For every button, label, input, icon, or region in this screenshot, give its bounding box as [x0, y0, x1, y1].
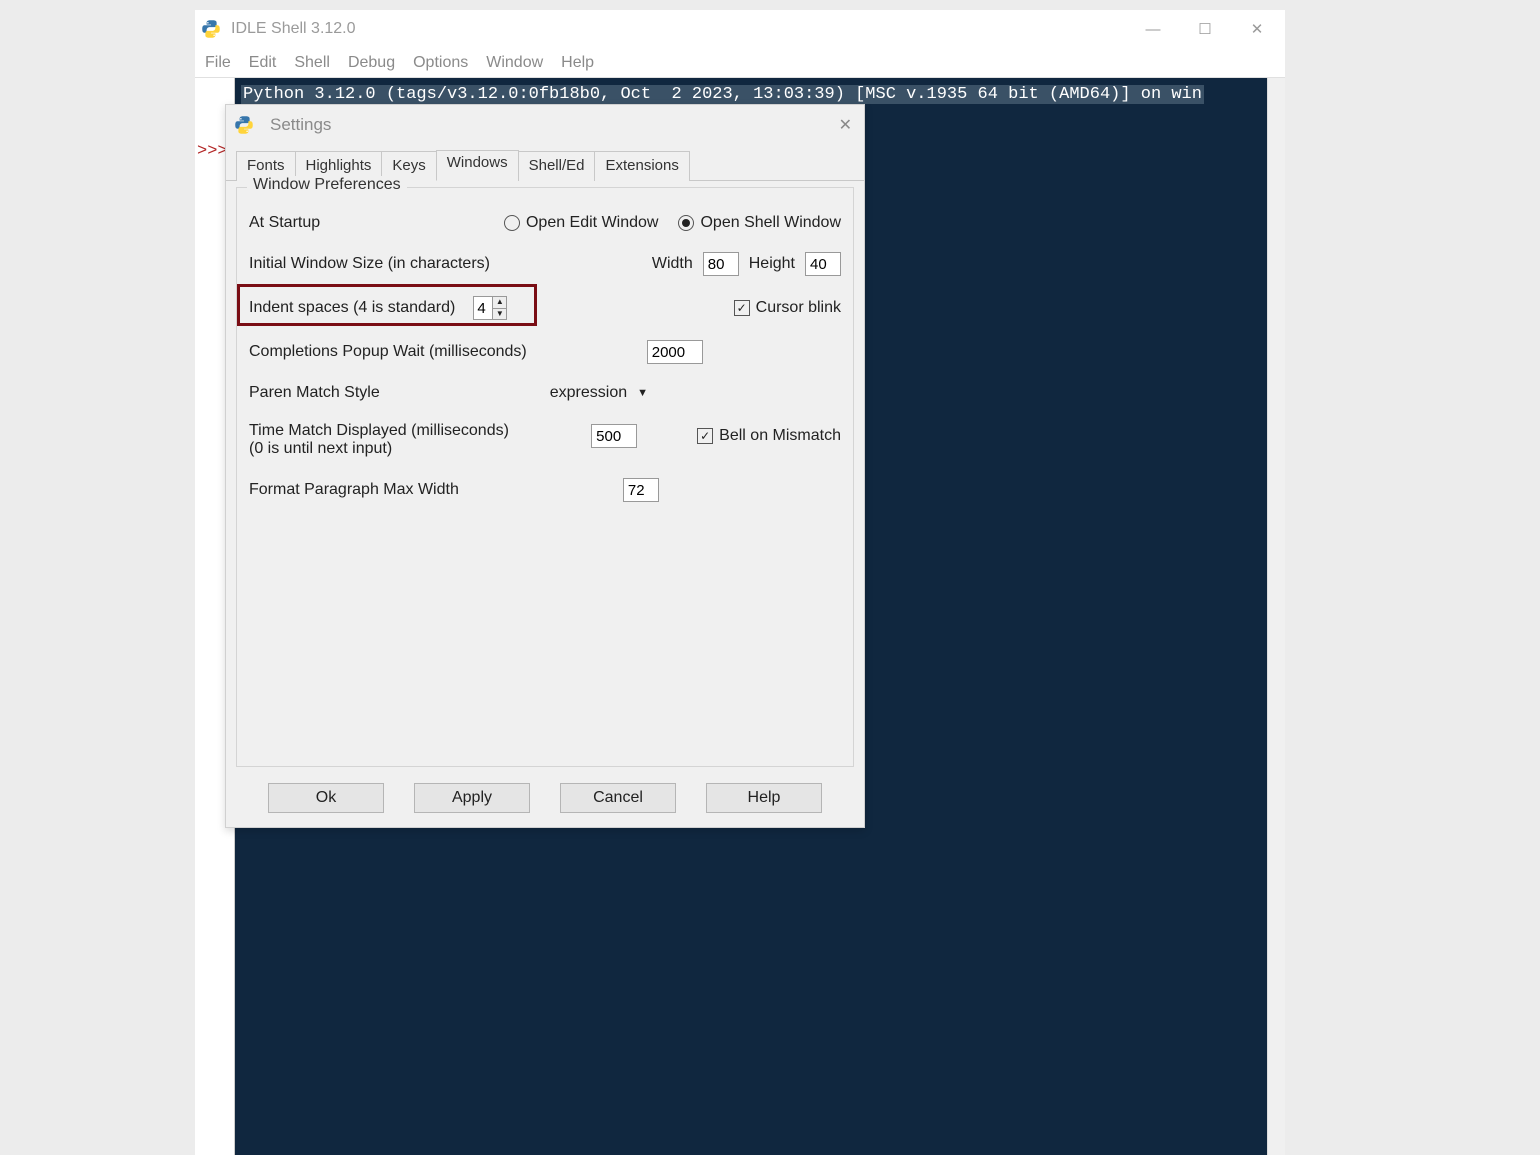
menu-edit[interactable]: Edit: [249, 54, 277, 72]
indent-label: Indent spaces (4 is standard): [249, 299, 455, 317]
dialog-buttons: Ok Apply Cancel Help: [226, 771, 864, 827]
indent-spinner[interactable]: ▲ ▼: [473, 296, 507, 320]
close-button[interactable]: ✕: [1247, 20, 1267, 38]
menu-file[interactable]: File: [205, 54, 231, 72]
menubar: File Edit Shell Debug Options Window Hel…: [195, 48, 1285, 78]
bell-checkbox[interactable]: Bell on Mismatch: [697, 427, 841, 445]
window-title: IDLE Shell 3.12.0: [231, 20, 1143, 38]
checkbox-icon: [697, 428, 713, 444]
tab-shelled[interactable]: Shell/Ed: [518, 151, 596, 181]
width-input[interactable]: [703, 252, 739, 276]
cursor-blink-checkbox[interactable]: Cursor blink: [734, 299, 841, 317]
maximize-button[interactable]: ☐: [1195, 20, 1215, 38]
apply-button[interactable]: Apply: [414, 783, 530, 813]
startup-label: At Startup: [249, 214, 320, 232]
cancel-button[interactable]: Cancel: [560, 783, 676, 813]
format-input[interactable]: [623, 478, 659, 502]
cursor-blink-label: Cursor blink: [756, 299, 841, 317]
tab-windows[interactable]: Windows: [436, 150, 519, 181]
radio-open-edit-label: Open Edit Window: [526, 214, 659, 232]
minimize-button[interactable]: —: [1143, 20, 1163, 38]
tab-body: Window Preferences At Startup Open Edit …: [226, 181, 864, 771]
height-label: Height: [749, 255, 795, 273]
settings-title: Settings: [270, 115, 839, 135]
indent-input[interactable]: [474, 297, 492, 319]
menu-help[interactable]: Help: [561, 54, 594, 72]
bell-label: Bell on Mismatch: [719, 427, 841, 445]
vertical-scrollbar[interactable]: [1267, 78, 1285, 1155]
settings-dialog: Settings ✕ Fonts Highlights Keys Windows…: [225, 104, 865, 828]
help-button[interactable]: Help: [706, 783, 822, 813]
radio-icon: [678, 215, 694, 231]
format-label: Format Paragraph Max Width: [249, 481, 459, 499]
spinner-down-icon[interactable]: ▼: [493, 309, 506, 320]
paren-style-dropdown[interactable]: expression ▼: [550, 384, 648, 402]
spinner-up-icon[interactable]: ▲: [493, 297, 506, 309]
ok-button[interactable]: Ok: [268, 783, 384, 813]
menu-options[interactable]: Options: [413, 54, 468, 72]
radio-open-shell[interactable]: Open Shell Window: [678, 214, 841, 232]
python-icon: [201, 19, 221, 39]
titlebar: IDLE Shell 3.12.0 — ☐ ✕: [195, 10, 1285, 48]
time-match-input[interactable]: [591, 424, 637, 448]
settings-titlebar: Settings ✕: [226, 105, 864, 145]
menu-window[interactable]: Window: [486, 54, 543, 72]
height-input[interactable]: [805, 252, 841, 276]
radio-open-shell-label: Open Shell Window: [700, 214, 841, 232]
close-icon[interactable]: ✕: [839, 115, 852, 135]
group-legend: Window Preferences: [247, 176, 407, 194]
paren-value: expression: [550, 384, 627, 402]
radio-icon: [504, 215, 520, 231]
radio-open-edit[interactable]: Open Edit Window: [504, 214, 659, 232]
time-match-sub: (0 is until next input): [249, 440, 509, 458]
checkbox-icon: [734, 300, 750, 316]
completions-input[interactable]: [647, 340, 703, 364]
menu-shell[interactable]: Shell: [294, 54, 330, 72]
shell-header: Python 3.12.0 (tags/v3.12.0:0fb18b0, Oct…: [241, 85, 1204, 104]
paren-label: Paren Match Style: [249, 384, 380, 402]
time-match-label: Time Match Displayed (milliseconds): [249, 422, 509, 440]
chevron-down-icon: ▼: [637, 387, 648, 399]
window-size-label: Initial Window Size (in characters): [249, 255, 490, 273]
completions-label: Completions Popup Wait (milliseconds): [249, 343, 527, 361]
window-preferences-group: Window Preferences At Startup Open Edit …: [236, 187, 854, 767]
menu-debug[interactable]: Debug: [348, 54, 395, 72]
tab-extensions[interactable]: Extensions: [594, 151, 689, 181]
python-icon: [234, 115, 254, 135]
width-label: Width: [652, 255, 693, 273]
